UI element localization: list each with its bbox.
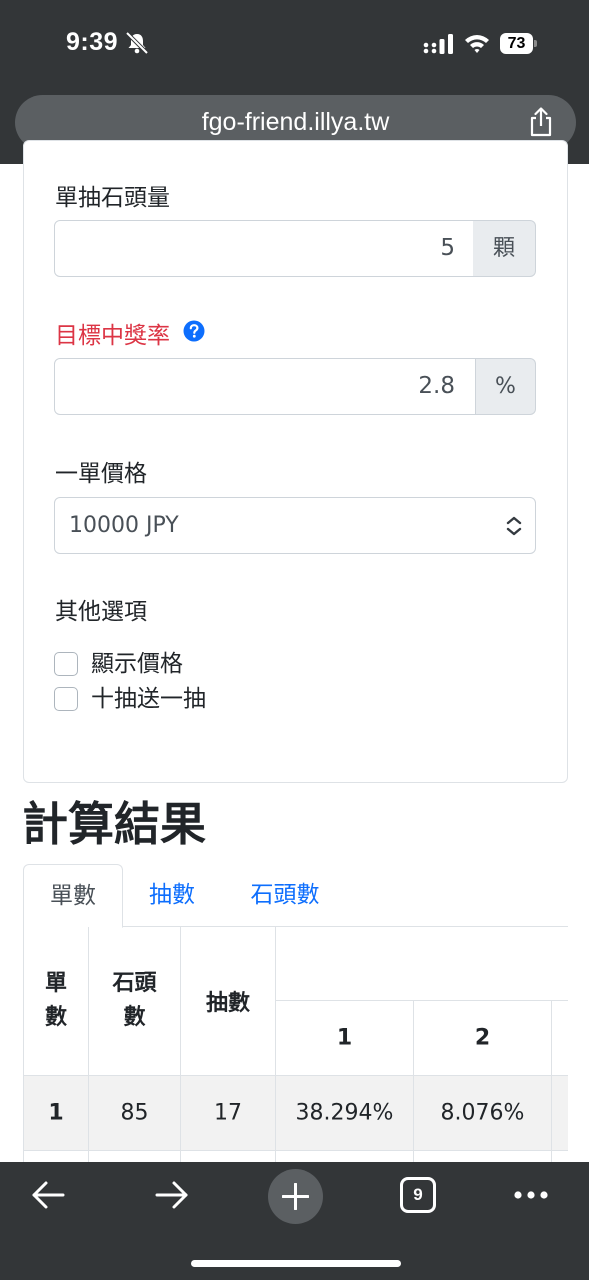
plus-icon xyxy=(282,1183,309,1210)
new-tab-button[interactable] xyxy=(268,1169,323,1224)
price-select-value[interactable]: 10000 JPY xyxy=(69,498,179,553)
table-row-col-1: 38.294% xyxy=(276,1076,414,1151)
wifi-icon xyxy=(465,35,489,53)
tabs-count[interactable]: 9 xyxy=(403,1180,433,1210)
stones-unit-addon: 顆 xyxy=(473,220,536,277)
table-row-pulls: 17 xyxy=(181,1076,276,1151)
stones-per-pull-group: 5 顆 xyxy=(54,220,536,277)
results-heading: 計算結果 xyxy=(22,797,206,851)
target-rate-group: 2.8 % xyxy=(54,358,536,415)
ten-plus-one-label[interactable]: 十抽送一抽 xyxy=(91,685,206,713)
header-pulls: 抽數 xyxy=(181,927,276,1076)
table-row-col-2: 8.076% xyxy=(414,1076,552,1151)
price-select[interactable]: 10000 JPY xyxy=(54,497,536,554)
tab-stones[interactable]: 石頭數 xyxy=(221,864,349,928)
status-time: 9:39 xyxy=(66,28,119,56)
help-icon[interactable] xyxy=(183,320,205,342)
other-options-label: 其他選項 xyxy=(55,599,147,625)
target-rate-label: 目標中獎率 xyxy=(55,323,170,349)
forward-icon[interactable] xyxy=(154,1180,190,1210)
battery-icon: 73 xyxy=(500,33,537,54)
tabs-icon[interactable]: 9 xyxy=(400,1177,436,1213)
table-row-orders: 1 xyxy=(23,1076,89,1151)
header-stones: 石頭數 xyxy=(89,927,181,1076)
bottom-toolbar: 9 xyxy=(0,1162,589,1280)
results-tabs: 單數 抽數 石頭數 xyxy=(23,864,568,928)
back-icon[interactable] xyxy=(30,1180,66,1210)
ten-plus-one-option[interactable]: 十抽送一抽 xyxy=(54,685,254,713)
stones-per-pull-input[interactable]: 5 xyxy=(54,220,474,277)
ten-plus-one-checkbox[interactable] xyxy=(54,687,78,711)
signal-icon xyxy=(423,34,453,54)
battery-cap xyxy=(534,40,537,47)
tab-pulls[interactable]: 抽數 xyxy=(123,864,221,928)
select-chevron-icon xyxy=(506,516,522,536)
header-orders: 單數 xyxy=(23,927,89,1076)
percent-addon: % xyxy=(476,358,536,415)
battery-level: 73 xyxy=(500,33,533,54)
table-row-col-3 xyxy=(552,1076,568,1151)
table-row-stones: 85 xyxy=(89,1076,181,1151)
header-group xyxy=(276,927,568,1001)
tab-orders[interactable]: 單數 xyxy=(23,864,123,928)
header-col-3 xyxy=(552,1001,568,1076)
bell-slash-icon xyxy=(125,31,149,55)
price-label: 一單價格 xyxy=(55,461,147,487)
home-indicator xyxy=(191,1260,401,1267)
show-price-checkbox[interactable] xyxy=(54,652,78,676)
show-price-option[interactable]: 顯示價格 xyxy=(54,650,254,678)
share-icon[interactable] xyxy=(527,107,555,137)
header-col-2: 2 xyxy=(414,1001,552,1076)
target-rate-input[interactable]: 2.8 xyxy=(54,358,476,415)
more-icon[interactable] xyxy=(513,1190,549,1200)
stones-per-pull-label: 單抽石頭量 xyxy=(55,185,170,211)
header-col-1: 1 xyxy=(276,1001,414,1076)
show-price-label[interactable]: 顯示價格 xyxy=(91,650,183,678)
results-table: 單數 石頭數 抽數 1 2 1 85 17 38.294% 8.076% xyxy=(23,927,568,1163)
